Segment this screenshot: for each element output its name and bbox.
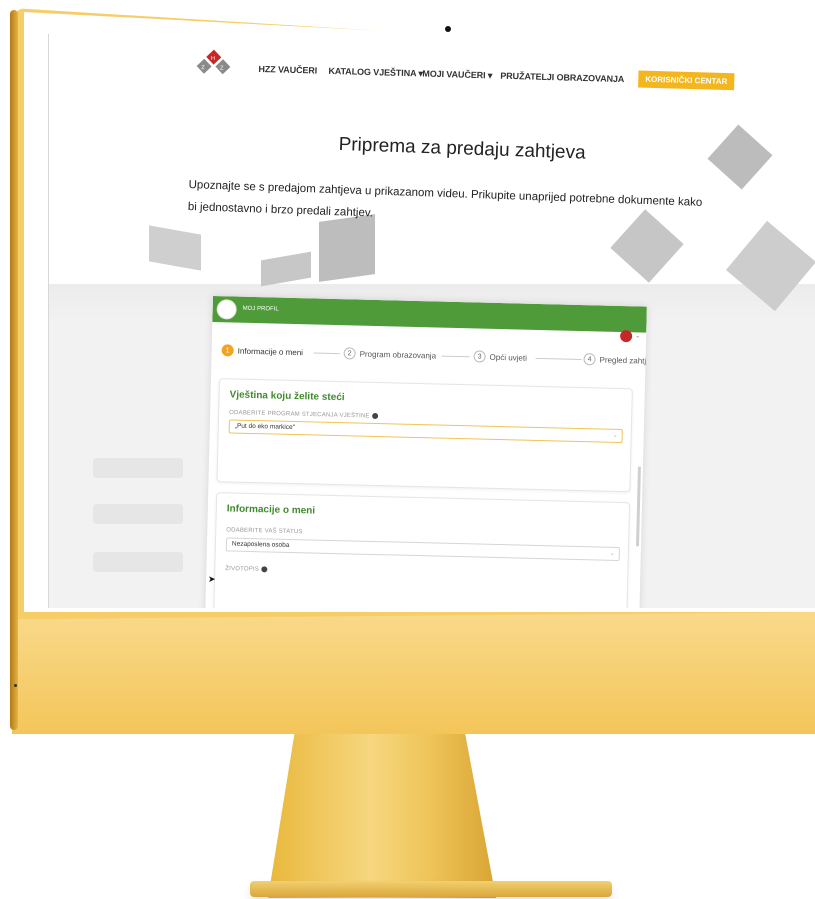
scrollbar[interactable] [636, 466, 641, 547]
info-card-title: Informacije o meni [226, 503, 316, 517]
program-select[interactable]: „Put do eko markice" ⌄ [228, 419, 623, 444]
step-4-circle[interactable]: 4 [583, 353, 596, 366]
step-1-circle[interactable]: 1 [221, 344, 234, 357]
avatar[interactable] [619, 329, 633, 343]
step-2-circle[interactable]: 2 [343, 347, 356, 360]
skill-card: Vještina koju želite steći ODABERITE PRO… [216, 378, 633, 493]
step-connector [535, 357, 582, 361]
cv-field-label: ŽIVOTOPIS [225, 565, 268, 573]
info-icon[interactable] [371, 412, 378, 420]
nav-katalog-vjestina[interactable]: KATALOG VJEŠTINA ▾ [328, 66, 423, 80]
status-select-value: Nezaposlena osoba [231, 540, 290, 549]
placeholder-bar [93, 458, 183, 478]
nav-hzz-vauceri[interactable]: HZZ VAUČERI [258, 64, 317, 76]
monitor-stand-base [250, 881, 612, 897]
program-field-label: ODABERITE PROGRAM STJECANJA VJEŠTINE [229, 409, 378, 419]
mouse-cursor-icon: ➤ [208, 574, 216, 584]
placeholder-bar [93, 504, 183, 524]
chevron-down-icon: ⌄ [609, 550, 615, 557]
info-icon[interactable] [260, 566, 268, 573]
stepper: 1 Informacije o meni 2 Program obrazovan… [221, 344, 647, 374]
hzz-logo[interactable]: H Z Z [194, 48, 233, 79]
step-connector [441, 355, 470, 358]
monitor-chin [12, 612, 815, 734]
cv-field-label-text: ŽIVOTOPIS [225, 565, 260, 573]
status-select[interactable]: Nezaposlena osoba ⌄ [225, 537, 620, 562]
app-logo[interactable] [216, 299, 237, 320]
korisnicki-centar-button[interactable]: KORISNIČKI CENTAR [638, 70, 735, 91]
svg-text:H: H [211, 56, 215, 62]
profile-label[interactable]: MOJ PROFIL [243, 306, 279, 313]
step-1-label[interactable]: Informacije o meni [238, 347, 304, 358]
step-3-label[interactable]: Opći uvjeti [489, 353, 527, 363]
skill-card-title: Vještina koju želite steći [229, 389, 345, 404]
step-3-circle[interactable]: 3 [473, 350, 486, 363]
status-field-label: ODABERITE VAŠ STATUS [226, 527, 303, 536]
screen: H Z Z HZZ VAUČERI KATALOG VJEŠTINA ▾ MOJ… [48, 34, 815, 608]
info-card: Informacije o meni ODABERITE VAŠ STATUS … [212, 492, 631, 608]
program-select-value: „Put do eko markice" [234, 422, 296, 432]
nav-pruzatelji[interactable]: PRUŽATELJI OBRAZOVANJA [500, 71, 624, 84]
step-4-label[interactable]: Pregled zahtjeva [599, 355, 646, 365]
program-field-label-text: ODABERITE PROGRAM STJECANJA VJEŠTINE [229, 410, 370, 420]
chevron-down-icon[interactable]: ⌄ [635, 332, 640, 339]
application-preview: MOJ PROFIL ⌄ 1 Informacije o meni 2 Prog… [204, 296, 647, 608]
step-connector [313, 352, 340, 355]
monitor-stand [268, 728, 496, 898]
camera-icon [445, 26, 451, 32]
placeholder-bar [93, 552, 183, 572]
chevron-down-icon: ⌄ [612, 432, 618, 439]
monitor-edge [10, 10, 18, 730]
step-2-label[interactable]: Program obrazovanja [360, 350, 437, 361]
power-dot [14, 684, 17, 687]
nav-moji-vauceri[interactable]: MOJI VAUČERI ▾ [422, 69, 492, 82]
